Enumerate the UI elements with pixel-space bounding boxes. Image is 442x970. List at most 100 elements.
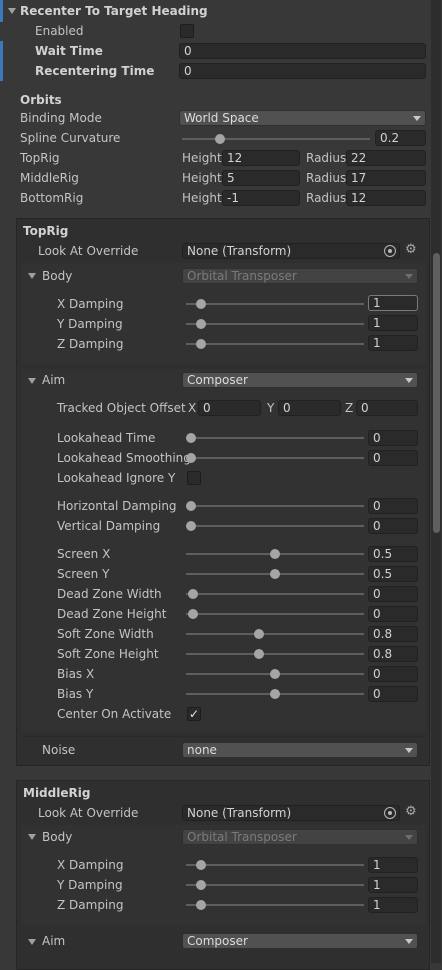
foldout-arrow-icon[interactable] [8, 8, 16, 14]
damping-field[interactable]: 1 [368, 877, 418, 893]
spline-curvature-slider-handle[interactable] [214, 134, 225, 144]
damping-field[interactable]: 1 [368, 295, 418, 311]
soft-zone-width-field[interactable]: 0.8 [368, 626, 418, 642]
slider-handle[interactable] [186, 453, 196, 463]
slider-track[interactable] [186, 343, 364, 345]
soft-zone-height-label: Soft Zone Height [57, 647, 159, 661]
gear-icon[interactable]: ⚙ [405, 804, 417, 820]
bias-x-field[interactable]: 0 [368, 666, 418, 682]
slider-handle[interactable] [270, 669, 280, 679]
toprig-aim-value: Composer [187, 373, 248, 387]
slider-handle[interactable] [196, 860, 206, 870]
damping-field[interactable]: 1 [368, 897, 418, 913]
slider-handle[interactable] [196, 880, 206, 890]
recenter-title[interactable]: Recenter To Target Heading [20, 1, 208, 21]
toprig-title: TopRig [23, 224, 69, 238]
bias-y-label: Bias Y [57, 687, 94, 701]
slider-handle[interactable] [270, 569, 280, 579]
slider-track[interactable] [186, 884, 364, 886]
wait-time-field[interactable]: 0 [179, 43, 426, 59]
slider-handle[interactable] [196, 319, 206, 329]
slider-track[interactable] [186, 904, 364, 906]
slider-track[interactable] [186, 633, 364, 635]
scrollbar-thumb[interactable] [433, 253, 440, 533]
slider-handle[interactable] [254, 649, 264, 659]
dead-zone-height-field[interactable]: 0 [368, 606, 418, 622]
slider-track[interactable] [186, 457, 364, 459]
slider-handle[interactable] [196, 299, 206, 309]
center-on-activate-checkbox[interactable]: ✓ [187, 707, 201, 721]
rig-name: TopRig [20, 151, 60, 165]
slider-track[interactable] [186, 525, 364, 527]
lookahead-ignore-y-checkbox[interactable] [187, 471, 201, 485]
slider-handle[interactable] [188, 609, 198, 619]
damping-field[interactable]: 1 [368, 315, 418, 331]
dead-zone-height-label: Dead Zone Height [57, 607, 167, 621]
slider-handle[interactable] [186, 501, 196, 511]
body-foldout-icon[interactable] [28, 834, 36, 840]
slider-track[interactable] [186, 593, 364, 595]
middlerig-aim-dropdown[interactable]: Composer [182, 933, 418, 949]
slider-track[interactable] [186, 437, 364, 439]
rig-name: MiddleRig [20, 171, 79, 185]
gear-icon[interactable]: ⚙ [405, 242, 417, 258]
radius-field[interactable]: 12 [346, 190, 426, 206]
bias-y-field[interactable]: 0 [368, 686, 418, 702]
slider-handle[interactable] [186, 521, 196, 531]
height-field[interactable]: 12 [222, 150, 300, 166]
slider-track[interactable] [186, 505, 364, 507]
height-label: Height [182, 171, 222, 185]
slider-track[interactable] [186, 653, 364, 655]
screen-x-field[interactable]: 0.5 [368, 546, 418, 562]
tracked-offset-z-field[interactable]: 0 [356, 400, 418, 416]
body-foldout-icon[interactable] [28, 273, 36, 279]
slider-handle[interactable] [196, 900, 206, 910]
dead-zone-width-field[interactable]: 0 [368, 586, 418, 602]
noise-dropdown[interactable]: none [182, 742, 418, 758]
height-field[interactable]: -1 [222, 190, 300, 206]
damping-label: Y Damping [57, 878, 123, 892]
damping-label: Z Damping [57, 898, 124, 912]
middlerig-look-at-field[interactable]: None (Transform) [182, 805, 400, 821]
slider-handle[interactable] [270, 689, 280, 699]
soft-zone-height-field[interactable]: 0.8 [368, 646, 418, 662]
screen-y-field[interactable]: 0.5 [368, 566, 418, 582]
toprig-body-dropdown: Orbital Transposer [182, 268, 418, 284]
damping-field[interactable]: 1 [368, 857, 418, 873]
slider-handle[interactable] [196, 339, 206, 349]
slider-handle[interactable] [270, 549, 280, 559]
slider-handle[interactable] [254, 629, 264, 639]
screen-y-label: Screen Y [57, 567, 110, 581]
spline-curvature-slider-track[interactable] [182, 138, 370, 140]
slider-handle[interactable] [188, 589, 198, 599]
horizontal-damping-field[interactable]: 0 [368, 498, 418, 514]
slider-track[interactable] [186, 613, 364, 615]
chevron-down-icon [405, 274, 413, 279]
spline-curvature-field[interactable]: 0.2 [375, 130, 426, 146]
damping-field[interactable]: 1 [368, 335, 418, 351]
modified-marker [0, 41, 3, 81]
object-picker-icon[interactable] [384, 245, 396, 257]
slider-handle[interactable] [186, 433, 196, 443]
tracked-offset-x-field[interactable]: 0 [198, 400, 261, 416]
lookahead-smoothing-field[interactable]: 0 [368, 450, 418, 466]
slider-track[interactable] [186, 864, 364, 866]
binding-mode-dropdown[interactable]: World Space [179, 110, 426, 126]
toprig-look-at-field[interactable]: None (Transform) [182, 243, 400, 259]
enabled-checkbox[interactable] [180, 24, 194, 38]
lookahead-time-field[interactable]: 0 [368, 430, 418, 446]
height-field[interactable]: 5 [222, 170, 300, 186]
aim-foldout-icon[interactable] [28, 939, 36, 945]
vertical-damping-field[interactable]: 0 [368, 518, 418, 534]
slider-track[interactable] [186, 323, 364, 325]
tracked-offset-y-field[interactable]: 0 [278, 400, 341, 416]
radius-field[interactable]: 17 [346, 170, 426, 186]
radius-field[interactable]: 22 [346, 150, 426, 166]
aim-foldout-icon[interactable] [28, 378, 36, 384]
modified-marker [0, 0, 3, 22]
object-picker-icon[interactable] [384, 807, 396, 819]
slider-track[interactable] [186, 303, 364, 305]
radius-label: Radius [306, 171, 347, 185]
toprig-aim-dropdown[interactable]: Composer [182, 372, 418, 388]
recentering-time-field[interactable]: 0 [179, 63, 426, 79]
